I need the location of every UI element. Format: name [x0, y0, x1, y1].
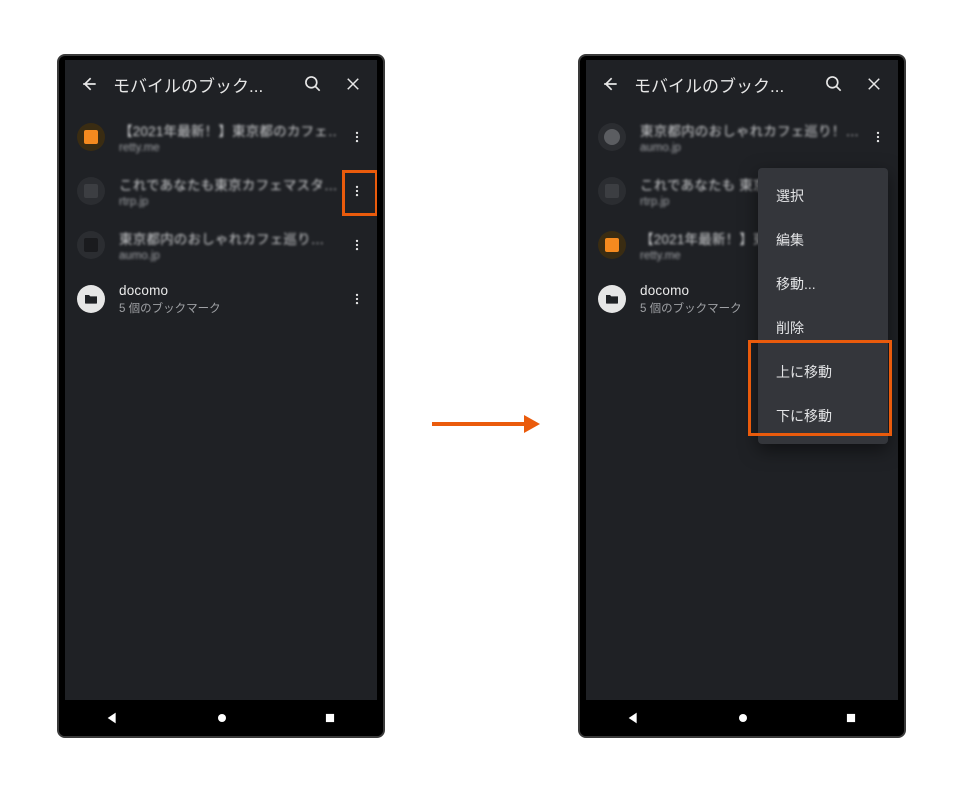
bookmark-url: aumo.jp	[119, 250, 337, 262]
more-icon[interactable]	[862, 117, 894, 157]
menu-item-move-down[interactable]: 下に移動	[758, 394, 888, 438]
arrow-icon	[432, 413, 540, 435]
favicon	[77, 231, 105, 259]
menu-item-delete[interactable]: 削除	[758, 306, 888, 350]
more-icon[interactable]	[341, 279, 373, 319]
favicon	[77, 123, 105, 151]
more-icon[interactable]	[341, 117, 373, 157]
bookmark-url: aumo.jp	[640, 142, 858, 154]
screen-after: モバイルのブック... 東京都内のおしゃれカフェ巡り！… aumo.jp	[586, 60, 898, 700]
bookmark-row[interactable]: これであなたも東京カフェマスタ… rtrp.jp	[65, 164, 377, 218]
close-icon[interactable]	[333, 64, 373, 104]
favicon	[77, 177, 105, 205]
nav-back-icon[interactable]	[626, 710, 642, 726]
favicon	[598, 123, 626, 151]
bookmark-url: rtrp.jp	[119, 196, 337, 208]
search-icon[interactable]	[814, 64, 854, 104]
more-icon[interactable]	[341, 171, 373, 211]
folder-row[interactable]: docomo 5 個のブックマーク	[65, 272, 377, 326]
back-icon[interactable]	[69, 64, 109, 104]
bookmark-row[interactable]: 東京都内のおしゃれカフェ巡り！… aumo.jp	[586, 110, 898, 164]
folder-name: docomo	[119, 283, 337, 298]
folder-icon	[598, 285, 626, 313]
folder-icon	[77, 285, 105, 313]
screen-before: モバイルのブック... 【2021年最新！】東京都のカフェ… retty.me	[65, 60, 377, 700]
bookmark-list: 【2021年最新！】東京都のカフェ… retty.me これであなたも東京カフェ…	[65, 108, 377, 328]
bookmark-title: 東京都内のおしゃれカフェ巡り…	[119, 228, 337, 248]
app-bar: モバイルのブック...	[586, 60, 898, 108]
more-icon[interactable]	[341, 225, 373, 265]
nav-back-icon[interactable]	[105, 710, 121, 726]
menu-item-move-up[interactable]: 上に移動	[758, 350, 888, 394]
bookmark-title: これであなたも東京カフェマスタ…	[119, 174, 337, 194]
menu-item-edit[interactable]: 編集	[758, 218, 888, 262]
bookmark-row[interactable]: 東京都内のおしゃれカフェ巡り… aumo.jp	[65, 218, 377, 272]
favicon	[598, 177, 626, 205]
menu-item-select[interactable]: 選択	[758, 174, 888, 218]
nav-recent-icon[interactable]	[323, 711, 337, 725]
nav-home-icon[interactable]	[735, 710, 751, 726]
phone-before: モバイルのブック... 【2021年最新！】東京都のカフェ… retty.me	[57, 54, 385, 738]
android-nav-bar	[59, 700, 383, 736]
app-bar: モバイルのブック...	[65, 60, 377, 108]
search-icon[interactable]	[293, 64, 333, 104]
bookmark-row[interactable]: 【2021年最新！】東京都のカフェ… retty.me	[65, 110, 377, 164]
android-nav-bar	[580, 700, 904, 736]
menu-item-move[interactable]: 移動...	[758, 262, 888, 306]
favicon	[598, 231, 626, 259]
bookmark-url: retty.me	[119, 142, 337, 154]
page-title: モバイルのブック...	[109, 72, 293, 97]
page-title: モバイルのブック...	[630, 72, 814, 97]
bookmark-title: 東京都内のおしゃれカフェ巡り！…	[640, 120, 858, 140]
close-icon[interactable]	[854, 64, 894, 104]
back-icon[interactable]	[590, 64, 630, 104]
folder-sub: 5 個のブックマーク	[119, 300, 337, 316]
nav-home-icon[interactable]	[214, 710, 230, 726]
phone-after: モバイルのブック... 東京都内のおしゃれカフェ巡り！… aumo.jp	[578, 54, 906, 738]
context-menu: 選択 編集 移動... 削除 上に移動 下に移動	[758, 168, 888, 444]
bookmark-title: 【2021年最新！】東京都のカフェ…	[119, 120, 337, 140]
nav-recent-icon[interactable]	[844, 711, 858, 725]
